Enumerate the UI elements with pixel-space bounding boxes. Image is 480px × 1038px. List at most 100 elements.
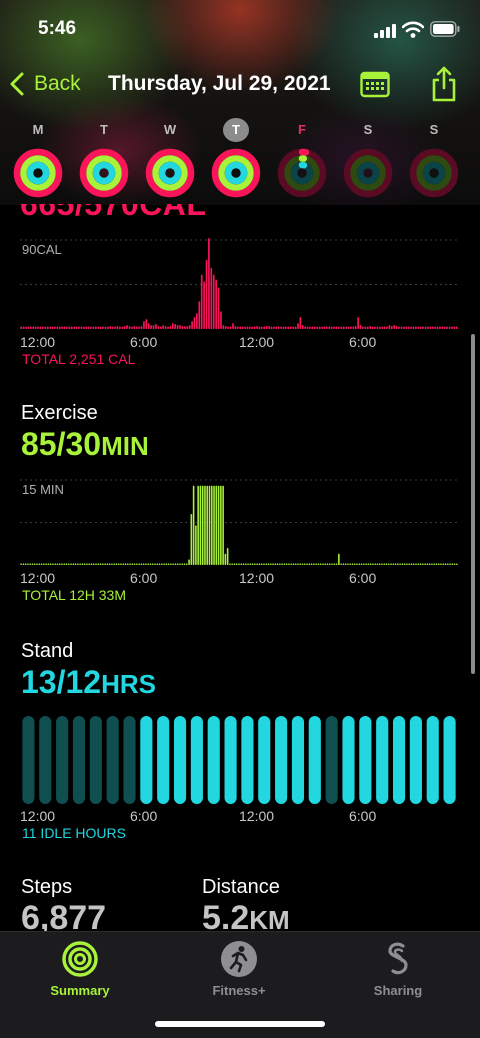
bar bbox=[309, 326, 311, 329]
bar bbox=[408, 563, 410, 565]
activity-detail-scroll[interactable]: 665/570CAL 90CAL 12:00 6:00 12:00 6:00 T… bbox=[0, 204, 480, 931]
stand-tick-3: 6:00 bbox=[349, 808, 377, 824]
bar bbox=[246, 326, 249, 329]
back-button[interactable]: Back bbox=[8, 68, 81, 100]
day-3[interactable]: T bbox=[206, 114, 266, 204]
bar bbox=[90, 563, 93, 565]
bar bbox=[435, 563, 438, 565]
stand-hour-active bbox=[173, 716, 187, 804]
bar bbox=[311, 326, 314, 329]
bar bbox=[273, 326, 275, 329]
tab-summary[interactable]: Summary bbox=[20, 940, 140, 998]
bar bbox=[25, 326, 27, 329]
bar bbox=[429, 326, 432, 329]
stand-hour-idle bbox=[325, 716, 338, 804]
sharing-icon bbox=[388, 942, 408, 975]
bar bbox=[142, 563, 145, 565]
tab-sharing[interactable]: Sharing bbox=[338, 940, 458, 998]
day-6[interactable]: S bbox=[404, 114, 464, 204]
bar bbox=[174, 563, 177, 565]
stand-hour-active bbox=[308, 716, 321, 804]
stand-ring-progress bbox=[158, 161, 182, 185]
bar bbox=[403, 326, 405, 329]
bar bbox=[306, 563, 308, 565]
wifi-icon bbox=[402, 21, 424, 38]
bar bbox=[289, 326, 292, 329]
bar bbox=[181, 563, 184, 565]
bar bbox=[163, 563, 165, 565]
bar bbox=[363, 563, 365, 565]
bar bbox=[116, 326, 119, 329]
bar bbox=[397, 563, 399, 565]
day-0[interactable]: M bbox=[8, 114, 68, 204]
move-tick-3: 6:00 bbox=[349, 334, 377, 350]
bar bbox=[111, 326, 114, 329]
bar bbox=[335, 326, 338, 329]
day-letter: M bbox=[32, 122, 44, 137]
bar bbox=[258, 563, 261, 565]
activity-rings-icon bbox=[277, 148, 327, 198]
steps-value: 6,877 bbox=[21, 899, 107, 931]
bar bbox=[212, 274, 215, 329]
bar bbox=[269, 563, 272, 565]
bar bbox=[369, 563, 372, 565]
day-4[interactable]: F bbox=[272, 114, 332, 204]
stand-hour-active bbox=[409, 716, 422, 804]
scroll-indicator[interactable] bbox=[471, 334, 475, 674]
exercise-chart: 15 MIN 12:00 6:00 12:00 6:00 TOTAL 12H 3… bbox=[20, 474, 458, 604]
bar bbox=[451, 326, 453, 329]
bar bbox=[115, 563, 118, 565]
bar bbox=[159, 326, 162, 329]
bar bbox=[304, 326, 307, 329]
bar bbox=[403, 563, 406, 565]
bar bbox=[140, 563, 143, 565]
bar bbox=[184, 326, 186, 329]
day-2[interactable]: W bbox=[140, 114, 200, 204]
bar bbox=[145, 563, 147, 565]
bar bbox=[288, 563, 290, 565]
bar bbox=[357, 317, 359, 329]
exercise-tick-3: 6:00 bbox=[349, 570, 377, 586]
bar bbox=[135, 326, 138, 329]
bar bbox=[344, 563, 347, 565]
bar bbox=[107, 326, 109, 329]
bar bbox=[81, 563, 84, 565]
bar bbox=[412, 563, 415, 565]
bar bbox=[138, 326, 140, 329]
bar bbox=[371, 326, 374, 329]
distance-label: Distance bbox=[202, 876, 280, 898]
exercise-value: 85/30MIN bbox=[21, 426, 149, 463]
bar bbox=[20, 563, 22, 565]
calendar-icon[interactable] bbox=[360, 70, 390, 98]
bar bbox=[165, 563, 168, 565]
stand-value-number: 13/12 bbox=[21, 664, 102, 700]
day-1[interactable]: T bbox=[74, 114, 134, 204]
bar bbox=[43, 563, 45, 565]
tab-fitness-plus[interactable]: Fitness+ bbox=[179, 940, 299, 998]
bar bbox=[158, 563, 161, 565]
bar bbox=[247, 563, 249, 565]
bar bbox=[313, 326, 316, 329]
bar bbox=[244, 326, 246, 329]
bar bbox=[265, 326, 268, 329]
bar bbox=[235, 563, 238, 565]
bar bbox=[407, 326, 410, 329]
bar bbox=[279, 563, 281, 565]
bar bbox=[99, 326, 102, 329]
move-tick-0: 12:00 bbox=[20, 334, 56, 350]
bar bbox=[114, 326, 116, 329]
bar bbox=[299, 563, 302, 565]
bar bbox=[390, 563, 392, 565]
bar bbox=[156, 563, 159, 565]
bar bbox=[77, 563, 79, 565]
share-icon[interactable] bbox=[430, 66, 458, 102]
stand-label: Stand bbox=[21, 640, 74, 662]
day-5[interactable]: S bbox=[338, 114, 398, 204]
stand-hour-active bbox=[342, 716, 355, 804]
bar bbox=[191, 321, 193, 329]
bar bbox=[446, 563, 449, 565]
distance-value-number: 5.2 bbox=[202, 899, 250, 931]
bar bbox=[51, 326, 54, 329]
bar bbox=[365, 563, 367, 565]
bar bbox=[172, 563, 174, 565]
